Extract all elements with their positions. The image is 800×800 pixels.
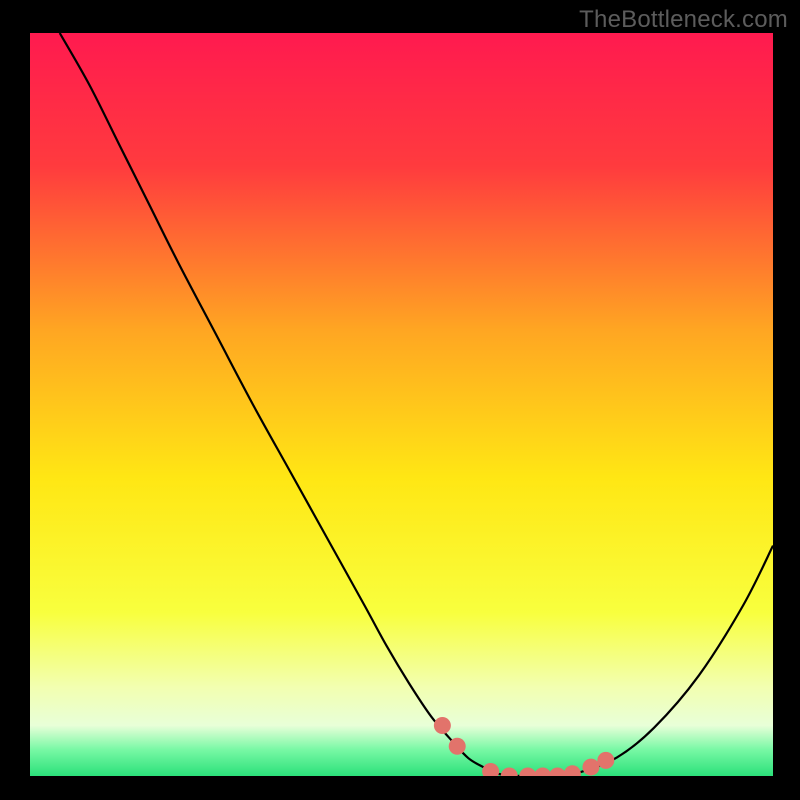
- chart-stage: TheBottleneck.com: [0, 0, 800, 800]
- curve-marker: [564, 765, 581, 782]
- curve-marker: [482, 763, 499, 780]
- curve-marker: [549, 768, 566, 785]
- bottleneck-chart: [0, 0, 800, 800]
- curve-marker: [501, 768, 518, 785]
- gradient-background: [30, 33, 773, 776]
- curve-marker: [449, 738, 466, 755]
- curve-marker: [534, 768, 551, 785]
- curve-marker: [434, 717, 451, 734]
- curve-marker: [582, 759, 599, 776]
- curve-marker: [519, 768, 536, 785]
- watermark-text: TheBottleneck.com: [579, 6, 788, 34]
- curve-marker: [597, 752, 614, 769]
